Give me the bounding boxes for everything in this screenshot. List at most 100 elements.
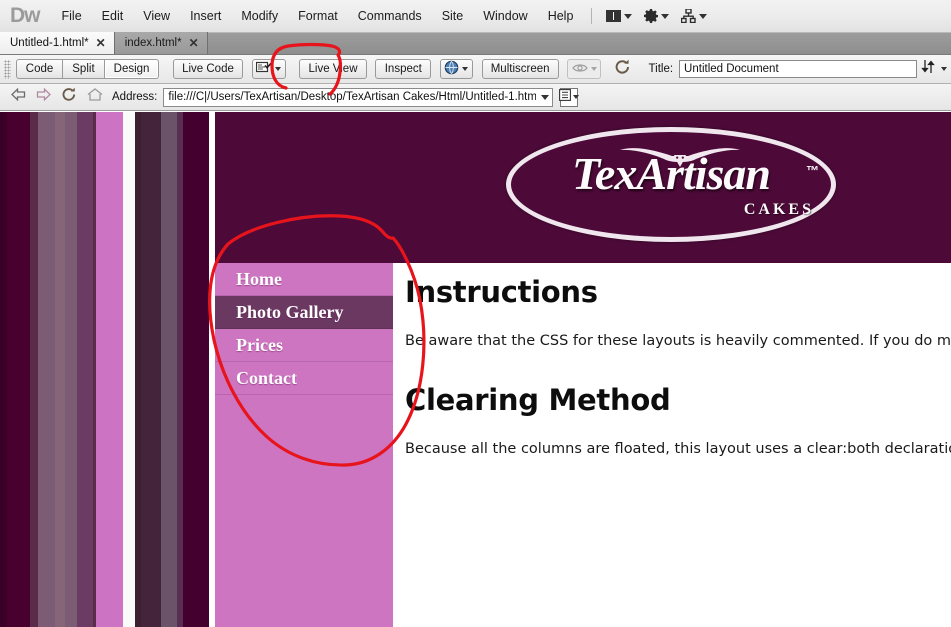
site-body: Home Photo Gallery Prices Contact Instru… [215,263,951,627]
chevron-down-icon [275,67,282,71]
menu-commands[interactable]: Commands [348,6,432,26]
extend-settings-button[interactable] [638,7,675,25]
address-input[interactable]: file:///C|/Users/TexArtisan/Desktop/TexA… [163,87,554,107]
chevron-down-icon [699,13,708,19]
document-tab-index[interactable]: index.html* ✕ [114,32,208,54]
background-stripe [30,112,38,627]
document-tab-bar: Untitled-1.html* ✕ index.html* ✕ [0,32,951,55]
menu-format[interactable]: Format [288,6,348,26]
close-icon[interactable]: ✕ [96,37,106,49]
live-code-settings-icon [256,61,273,78]
globe-icon [444,60,460,78]
background-stripe [141,112,161,627]
content-heading-clearing-method: Clearing Method [405,383,671,417]
multiscreen-button[interactable]: Multiscreen [481,59,559,79]
menu-view[interactable]: View [133,6,180,26]
chevron-down-icon [661,13,670,19]
content-paragraph-clearing-method: Because all the columns are floated, thi… [405,441,951,457]
visual-aids-button[interactable] [567,59,602,79]
background-stripe [161,112,177,627]
logo-subtitle: CAKES [743,201,814,218]
toolbar-grip[interactable] [4,59,11,79]
background-stripe [38,112,55,627]
view-mode-group: Code Split Design [15,59,160,79]
site-nav: Home Photo Gallery Prices Contact [215,263,393,395]
menu-insert[interactable]: Insert [180,6,231,26]
site-header: TexArtisan ™ CAKES [215,112,951,263]
document-tab-label: index.html* [124,37,182,49]
menu-site[interactable]: Site [432,6,474,26]
home-icon[interactable] [87,88,103,106]
nav-item-photo-gallery[interactable]: Photo Gallery [215,296,393,329]
content-paragraph-instructions: Be aware that the CSS for these layouts … [405,329,951,353]
browser-preview-button[interactable] [439,59,474,79]
split-view-button[interactable]: Split [63,59,105,79]
menu-edit[interactable]: Edit [92,6,134,26]
nav-item-contact[interactable]: Contact [215,362,393,395]
menu-divider [591,8,593,24]
website-container: TexArtisan ™ CAKES Home Photo Gallery Pr… [215,112,951,627]
close-icon[interactable]: ✕ [189,37,199,49]
layout-switcher-button[interactable] [600,8,638,24]
layout-switcher-icon [606,10,622,22]
title-field-label: Title: [648,63,674,75]
background-stripe [65,112,77,627]
document-tab-untitled[interactable]: Untitled-1.html* ✕ [0,32,115,54]
chevron-down-icon [624,13,633,19]
menu-help[interactable]: Help [538,6,584,26]
page-background-stripes [0,112,209,627]
code-view-button[interactable]: Code [15,59,64,79]
file-management-icon [921,59,939,79]
menu-window[interactable]: Window [473,6,537,26]
site-sidebar: Home Photo Gallery Prices Contact [215,263,393,627]
dreamweaver-logo: Dw [10,4,40,27]
site-content: Instructions Be aware that the CSS for t… [393,263,951,627]
chevron-down-icon[interactable] [536,94,552,100]
background-stripe [77,112,93,627]
refresh-design-view-button[interactable] [610,59,635,80]
site-manager-icon [681,9,697,23]
menu-modify[interactable]: Modify [231,6,288,26]
site-logo[interactable]: TexArtisan ™ CAKES [506,127,836,248]
file-management-button[interactable] [917,59,951,79]
inspect-button[interactable]: Inspect [375,59,432,79]
menu-bar: Dw File Edit View Insert Modify Format C… [0,0,951,33]
document-title-input[interactable] [679,60,917,78]
live-code-button[interactable]: Live Code [172,59,243,79]
address-bar: Address: file:///C|/Users/TexArtisan/Des… [0,84,951,111]
chevron-down-icon [573,95,580,99]
design-canvas: TexArtisan ™ CAKES Home Photo Gallery Pr… [0,112,951,627]
background-stripe [55,112,65,627]
logo-wordmark: TexArtisan [572,148,771,199]
menu-file[interactable]: File [52,6,92,26]
back-arrow-icon[interactable] [11,87,26,106]
forward-arrow-icon[interactable] [36,87,51,106]
background-stripe [7,112,30,627]
address-options-button[interactable] [559,87,580,107]
content-heading-instructions: Instructions [405,275,598,309]
background-stripe [183,112,209,627]
live-view-button[interactable]: Live View [299,59,367,79]
background-stripe [123,112,135,627]
address-label: Address: [112,91,158,103]
document-tab-label: Untitled-1.html* [10,37,89,49]
dreamweaver-window: Dw File Edit View Insert Modify Format C… [0,0,951,627]
nav-item-home[interactable]: Home [215,263,393,296]
refresh-icon[interactable] [61,87,77,107]
background-stripe [0,112,7,627]
chevron-down-icon [940,67,947,71]
trademark-symbol: ™ [806,163,819,178]
site-manager-button[interactable] [675,7,713,25]
design-view-button[interactable]: Design [104,59,160,79]
view-toolbar: Code Split Design Live Code Live View In… [0,55,951,84]
background-stripe [96,112,123,627]
live-code-settings-button[interactable] [251,59,286,79]
chevron-down-icon [462,67,469,71]
address-options-icon [559,88,572,106]
chevron-down-icon [590,67,597,71]
refresh-icon [614,59,631,80]
address-url-text: file:///C|/Users/TexArtisan/Desktop/TexA… [168,91,537,103]
nav-item-prices[interactable]: Prices [215,329,393,362]
eye-icon [572,62,589,77]
gear-icon [644,9,659,23]
